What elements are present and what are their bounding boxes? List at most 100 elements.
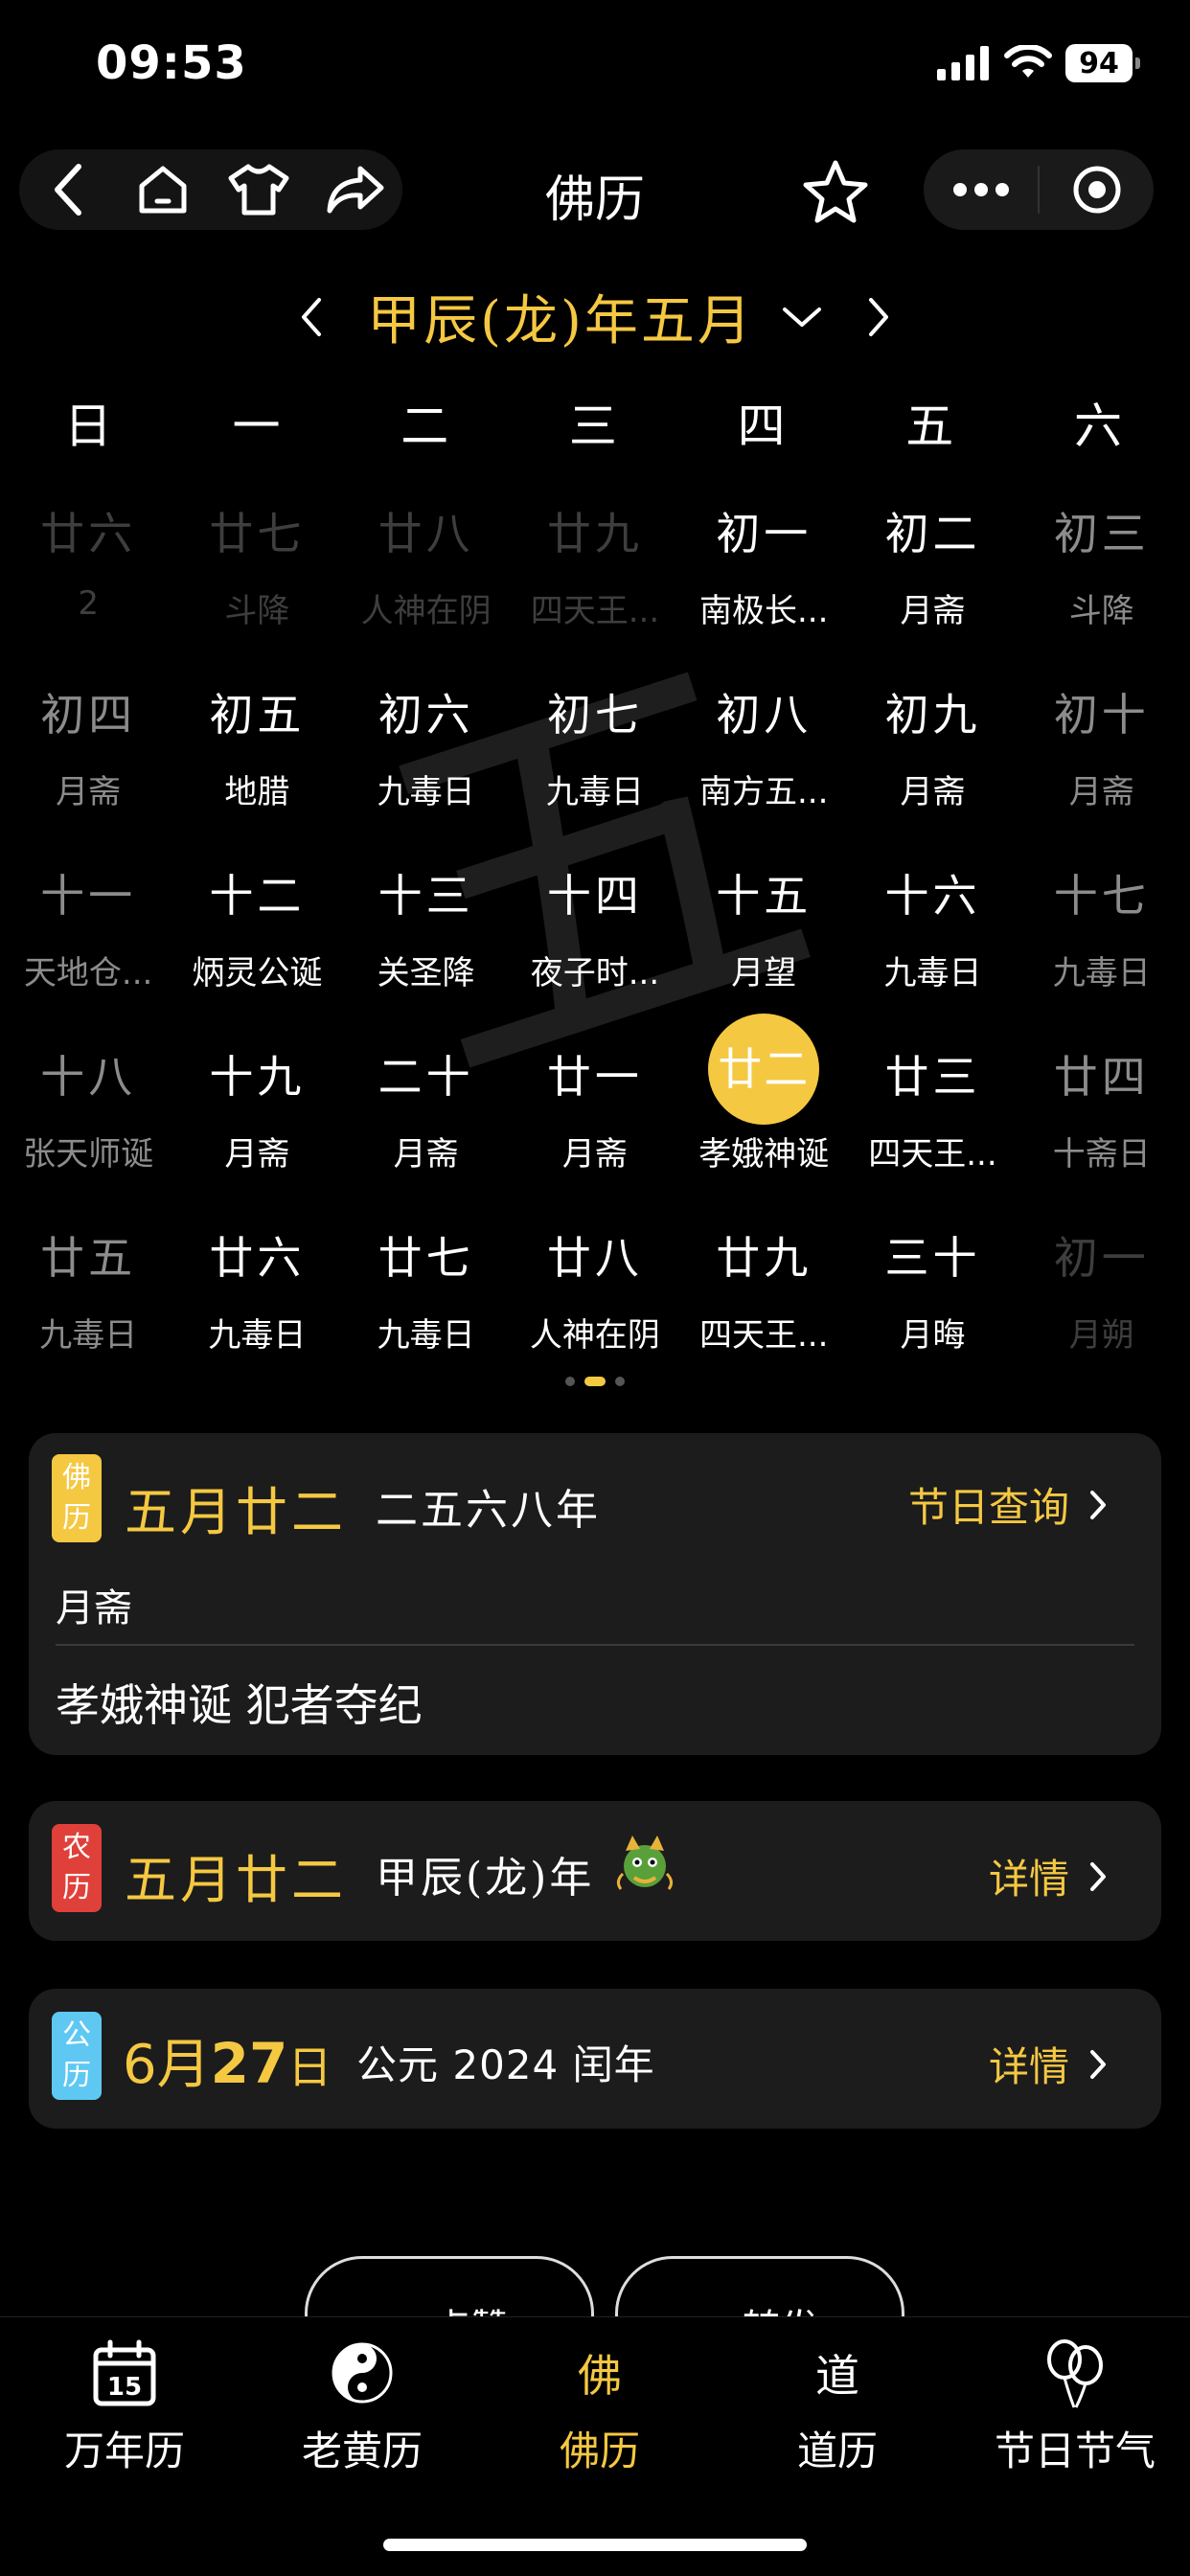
calendar-day[interactable]: 廿四 十斋日	[1018, 1027, 1186, 1208]
calendar-day[interactable]: 十六 九毒日	[848, 846, 1017, 1027]
status-time: 09:53	[96, 36, 247, 90]
month-label[interactable]: 甲辰(龙)年五月	[367, 278, 754, 355]
weekday-label: 四	[737, 399, 786, 454]
calendar-day[interactable]: 初二 月斋	[848, 484, 1017, 665]
dragon-icon	[616, 1835, 674, 1890]
day-festival-label: 月晦	[900, 1316, 966, 1355]
calendar-day[interactable]: 初一 月朔	[1018, 1208, 1186, 1389]
calendar-day[interactable]: 初十 月斋	[1018, 665, 1186, 846]
day-festival-label: 九毒日	[1052, 954, 1151, 992]
favorite-button[interactable]	[797, 153, 874, 230]
battery-indicator: 94	[1065, 44, 1140, 82]
bottom-tab-bar: 15 万年历 老黄历 佛 佛历 道 道历 节日节气	[0, 2316, 1190, 2576]
calendar-day[interactable]: 初九 月斋	[848, 665, 1017, 846]
more-button[interactable]	[924, 149, 1038, 230]
status-icons: 94	[937, 42, 1140, 84]
calendar-day[interactable]: 十三 关圣降	[342, 846, 511, 1027]
lunar-day-label: 二十	[378, 1051, 474, 1103]
calendar-day[interactable]: 廿一 月斋	[511, 1027, 679, 1208]
calendar-day[interactable]: 十二 炳灵公诞	[172, 846, 341, 1027]
badge-char: 历	[62, 1871, 91, 1904]
lunar-date-card[interactable]: 农 历 五月廿二 甲辰(龙)年 详情	[29, 1801, 1161, 1941]
month-dropdown-button[interactable]	[781, 304, 823, 331]
tab-label: 道历	[796, 2428, 878, 2474]
calendar-day[interactable]: 廿五 九毒日	[4, 1208, 172, 1389]
gregorian-details-link[interactable]: 详情	[989, 2035, 1108, 2093]
tab-foli[interactable]: 佛 佛历	[481, 2335, 719, 2477]
day-festival-label: 关圣降	[377, 954, 475, 992]
badge-char: 历	[62, 1501, 91, 1535]
day-festival-label: 月斋	[1068, 773, 1134, 811]
calendar-day[interactable]: 初四 月斋	[4, 665, 172, 846]
calendar-day[interactable]: 十五 月望	[679, 846, 848, 1027]
calendar-day[interactable]: 十一天地仓...	[4, 846, 172, 1027]
weekday-label: 一	[232, 399, 281, 454]
day-festival-label: 四天王...	[868, 1135, 997, 1174]
gregorian-day-suffix: 日	[287, 2041, 332, 2093]
badge-char: 佛	[62, 1461, 91, 1494]
lunar-day-label: 廿七	[378, 1232, 474, 1284]
lunar-day-label: 十一	[40, 870, 137, 922]
calendar-day[interactable]: 廿九 四天王...	[679, 1208, 848, 1389]
calendar-day[interactable]: 初一 南极长...	[679, 484, 848, 665]
lunar-day-label: 廿七	[209, 508, 306, 559]
lunar-details-link[interactable]: 详情	[989, 1847, 1108, 1905]
lunar-day-label: 廿八	[546, 1232, 643, 1284]
page-dot-active	[584, 1377, 606, 1386]
gregorian-date-card[interactable]: 公 历 6月 27 日 公元 2024 闰年 详情	[29, 1989, 1161, 2129]
lunar-day-label: 十四	[546, 870, 643, 922]
calendar-day[interactable]: 三十 月晦	[848, 1208, 1017, 1389]
day-festival-label: 四天王...	[698, 1316, 829, 1355]
calendar-day[interactable]: 廿六 九毒日	[172, 1208, 341, 1389]
calendar-day[interactable]: 初八 南方五...	[679, 665, 848, 846]
dao-char-icon: 道	[815, 2350, 859, 2402]
lunar-day-label: 廿四	[1053, 1051, 1150, 1103]
weekday-label: 日	[63, 399, 112, 454]
lunar-day-label: 廿五	[40, 1232, 137, 1284]
details-label: 详情	[988, 1856, 1069, 1903]
calendar-day[interactable]: 初五 地腊	[172, 665, 341, 846]
day-festival-label: 九毒日	[883, 954, 982, 992]
gregorian-badge: 公 历	[52, 2012, 102, 2100]
tab-laohuangli[interactable]: 老黄历	[243, 2335, 481, 2477]
calendar-day[interactable]: 廿七 九毒日	[342, 1208, 511, 1389]
day-festival-label: 斗降	[224, 592, 290, 630]
badge-char: 公	[62, 2018, 91, 2052]
tab-daoli[interactable]: 道 道历	[719, 2335, 956, 2477]
calendar-day[interactable]: 廿三 四天王...	[848, 1027, 1017, 1208]
day-festival-label: 月朔	[1068, 1316, 1134, 1355]
calendar-day[interactable]: 初三 斗降	[1018, 484, 1186, 665]
buddhist-festival-note: 孝娥神诞 犯者夺纪	[56, 1679, 423, 1731]
calendar-day[interactable]: 廿九 四天王...	[511, 484, 679, 665]
day-festival-label: 月斋	[900, 592, 966, 630]
calendar-day[interactable]: 十八 张天师诞	[4, 1027, 172, 1208]
calendar-day[interactable]: 初七 九毒日	[511, 665, 679, 846]
day-festival-label: 九毒日	[39, 1316, 138, 1355]
tab-jieri-jieqi[interactable]: 节日节气	[956, 2335, 1190, 2477]
day-festival-label: 月斋	[900, 773, 966, 811]
close-miniapp-button[interactable]	[1040, 149, 1154, 230]
calendar-day[interactable]: 廿八 人神在阴	[511, 1208, 679, 1389]
day-festival-label: 月斋	[224, 1135, 290, 1174]
day-festival-label: 张天师诞	[23, 1135, 154, 1174]
chevron-right-icon	[1090, 1861, 1106, 1891]
calendar-day[interactable]: 十七 九毒日	[1018, 846, 1186, 1027]
tab-label: 老黄历	[301, 2428, 423, 2474]
weekday-label: 六	[1073, 399, 1122, 454]
wifi-icon	[1004, 45, 1052, 78]
calendar-day[interactable]: 廿六 2	[4, 484, 172, 665]
festival-query-link[interactable]: 节日查询	[908, 1475, 1108, 1534]
calendar-day[interactable]: 廿七 斗降	[172, 484, 341, 665]
next-month-button[interactable]	[850, 296, 907, 338]
prev-month-button[interactable]	[283, 296, 340, 338]
day-festival-label: 天地仓...	[23, 954, 153, 992]
tab-wannianli[interactable]: 15 万年历	[6, 2335, 243, 2477]
calendar-day[interactable]: 廿八 人神在阴	[342, 484, 511, 665]
tab-label: 万年历	[63, 2428, 185, 2474]
calendar-day[interactable]: 十四 夜子时...	[511, 846, 679, 1027]
calendar-day[interactable]: 二十 月斋	[342, 1027, 511, 1208]
calendar-day[interactable]: 十九 月斋	[172, 1027, 341, 1208]
calendar-day[interactable]: 初六 九毒日	[342, 665, 511, 846]
day-festival-label: 南方五...	[698, 773, 829, 811]
calendar-day-today[interactable]: 廿二 孝娥神诞	[679, 1014, 848, 1208]
